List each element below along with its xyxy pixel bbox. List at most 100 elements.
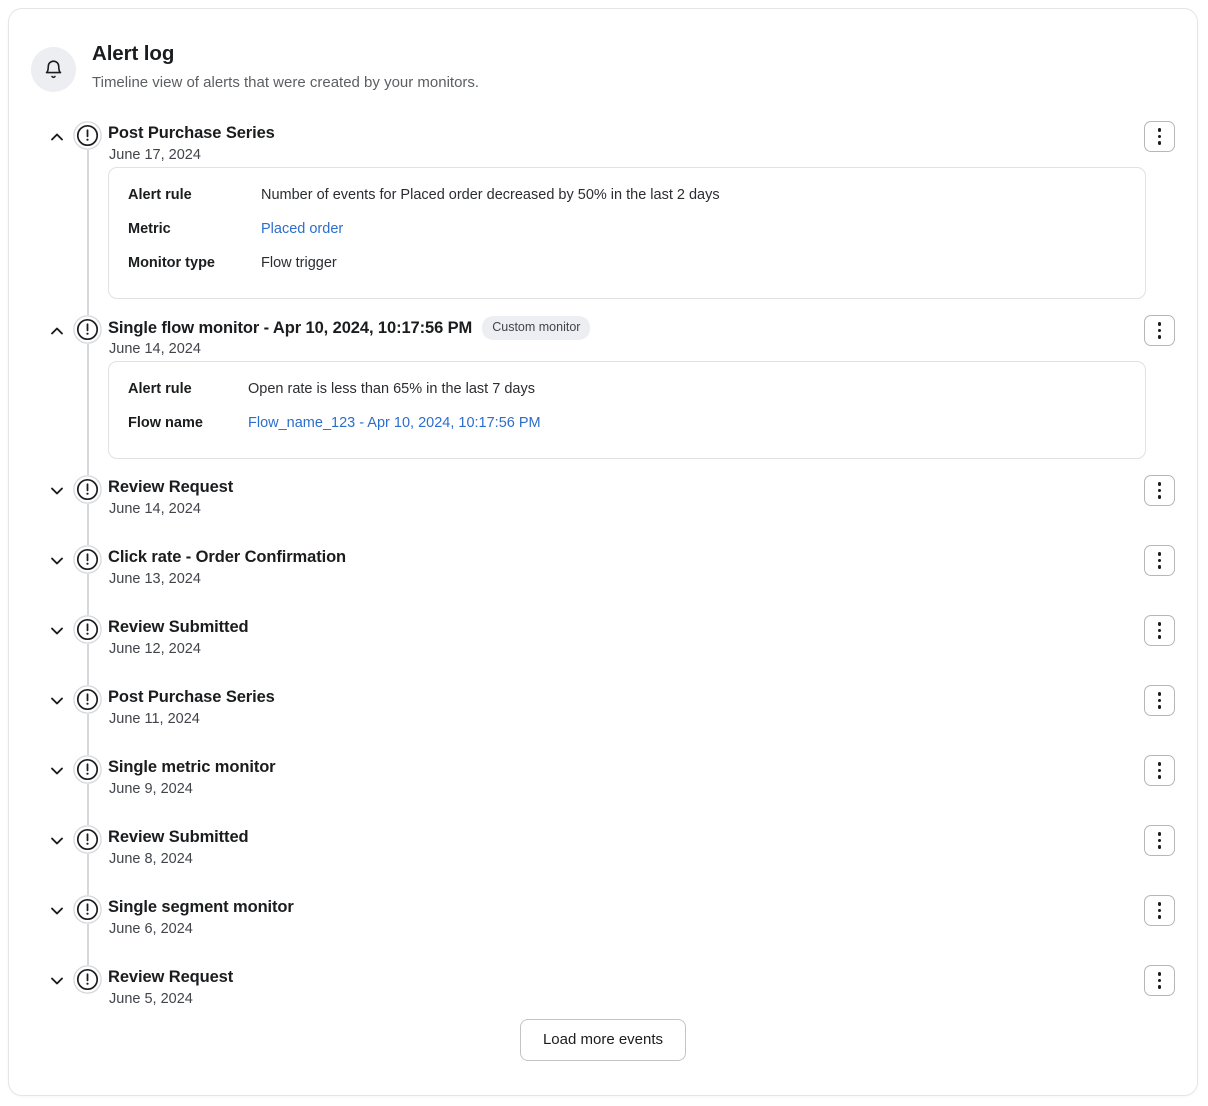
kebab-menu-icon[interactable] <box>1144 315 1175 346</box>
event-header[interactable]: Click rate - Order ConfirmationJune 13, … <box>9 545 1197 579</box>
timeline-event: Single metric monitorJune 9, 2024 <box>9 755 1197 789</box>
alert-circle-icon <box>73 615 102 644</box>
event-date: June 11, 2024 <box>109 709 200 730</box>
alert-circle-icon <box>73 965 102 994</box>
page-subtitle: Timeline view of alerts that were create… <box>92 72 479 94</box>
timeline-event: Post Purchase SeriesJune 11, 2024 <box>9 685 1197 719</box>
kebab-menu-icon[interactable] <box>1144 121 1175 152</box>
event-title: Review Submitted <box>108 616 249 639</box>
kebab-menu-icon[interactable] <box>1144 475 1175 506</box>
event-date: June 5, 2024 <box>109 989 193 1010</box>
load-more-events-button[interactable]: Load more events <box>520 1019 686 1061</box>
event-date: June 8, 2024 <box>109 849 193 870</box>
alert-log-card: Alert log Timeline view of alerts that w… <box>8 8 1198 1096</box>
event-title: Click rate - Order Confirmation <box>108 546 346 569</box>
event-title-row: Single metric monitor <box>108 756 276 779</box>
alert-circle-icon <box>73 121 102 150</box>
detail-row: Alert ruleNumber of events for Placed or… <box>109 185 1145 213</box>
alert-timeline: Post Purchase SeriesJune 17, 2024Alert r… <box>9 121 1197 1035</box>
kebab-menu-icon[interactable] <box>1144 755 1175 786</box>
alert-circle-icon <box>73 545 102 574</box>
event-header[interactable]: Single flow monitor - Apr 10, 2024, 10:1… <box>9 315 1197 349</box>
timeline-event: Review RequestJune 5, 2024 <box>9 965 1197 999</box>
chevron-down-icon[interactable] <box>47 621 67 641</box>
event-title: Review Request <box>108 476 233 499</box>
kebab-menu-icon[interactable] <box>1144 545 1175 576</box>
event-title-row: Single segment monitor <box>108 896 294 919</box>
event-detail-panel: Alert ruleOpen rate is less than 65% in … <box>108 361 1146 459</box>
alert-circle-icon <box>73 685 102 714</box>
event-date: June 9, 2024 <box>109 779 193 800</box>
timeline-event: Review SubmittedJune 8, 2024 <box>9 825 1197 859</box>
kebab-menu-icon[interactable] <box>1144 825 1175 856</box>
timeline-event: Review RequestJune 14, 2024 <box>9 475 1197 509</box>
event-header[interactable]: Review SubmittedJune 8, 2024 <box>9 825 1197 859</box>
detail-label: Metric <box>128 219 261 240</box>
bell-icon <box>31 47 76 92</box>
kebab-menu-icon[interactable] <box>1144 685 1175 716</box>
chevron-down-icon[interactable] <box>47 971 67 991</box>
event-list: Post Purchase SeriesJune 17, 2024Alert r… <box>9 121 1197 999</box>
chevron-down-icon[interactable] <box>47 761 67 781</box>
alert-circle-icon <box>73 315 102 344</box>
event-title: Single flow monitor - Apr 10, 2024, 10:1… <box>108 317 472 340</box>
detail-value-link[interactable]: Flow_name_123 - Apr 10, 2024, 10:17:56 P… <box>248 413 541 434</box>
kebab-menu-icon[interactable] <box>1144 615 1175 646</box>
event-title-row: Review Request <box>108 966 233 989</box>
timeline-event: Single flow monitor - Apr 10, 2024, 10:1… <box>9 315 1197 459</box>
event-date: June 17, 2024 <box>109 145 201 166</box>
timeline-event: Click rate - Order ConfirmationJune 13, … <box>9 545 1197 579</box>
detail-row: Flow nameFlow_name_123 - Apr 10, 2024, 1… <box>109 413 1145 441</box>
event-title-row: Single flow monitor - Apr 10, 2024, 10:1… <box>108 316 590 340</box>
page-title: Alert log <box>92 41 479 67</box>
event-title: Review Request <box>108 966 233 989</box>
chevron-up-icon[interactable] <box>47 321 67 341</box>
alert-circle-icon <box>73 825 102 854</box>
event-date: June 12, 2024 <box>109 639 201 660</box>
kebab-menu-icon[interactable] <box>1144 895 1175 926</box>
event-date: June 14, 2024 <box>109 339 201 360</box>
detail-value: Flow trigger <box>261 253 337 274</box>
event-header[interactable]: Post Purchase SeriesJune 17, 2024 <box>9 121 1197 155</box>
chevron-up-icon[interactable] <box>47 127 67 147</box>
alert-circle-icon <box>73 755 102 784</box>
event-title: Review Submitted <box>108 826 249 849</box>
detail-label: Monitor type <box>128 253 261 274</box>
detail-label: Flow name <box>128 413 248 434</box>
event-title: Single segment monitor <box>108 896 294 919</box>
event-title: Post Purchase Series <box>108 122 275 145</box>
detail-value-link[interactable]: Placed order <box>261 219 343 240</box>
event-header[interactable]: Single segment monitorJune 6, 2024 <box>9 895 1197 929</box>
event-title-row: Review Submitted <box>108 826 249 849</box>
event-header[interactable]: Review SubmittedJune 12, 2024 <box>9 615 1197 649</box>
detail-row: Alert ruleOpen rate is less than 65% in … <box>109 379 1145 407</box>
detail-value: Number of events for Placed order decrea… <box>261 185 720 206</box>
event-date: June 6, 2024 <box>109 919 193 940</box>
event-title-row: Click rate - Order Confirmation <box>108 546 346 569</box>
chevron-down-icon[interactable] <box>47 691 67 711</box>
event-header[interactable]: Single metric monitorJune 9, 2024 <box>9 755 1197 789</box>
event-title-row: Review Submitted <box>108 616 249 639</box>
event-title: Post Purchase Series <box>108 686 275 709</box>
event-title: Single metric monitor <box>108 756 276 779</box>
timeline-event: Single segment monitorJune 6, 2024 <box>9 895 1197 929</box>
detail-label: Alert rule <box>128 185 261 206</box>
event-header[interactable]: Review RequestJune 14, 2024 <box>9 475 1197 509</box>
detail-label: Alert rule <box>128 379 248 400</box>
alert-circle-icon <box>73 895 102 924</box>
alert-circle-icon <box>73 475 102 504</box>
chevron-down-icon[interactable] <box>47 831 67 851</box>
event-header[interactable]: Review RequestJune 5, 2024 <box>9 965 1197 999</box>
timeline-footer: Load more events <box>9 1019 1197 1061</box>
event-title-row: Post Purchase Series <box>108 122 275 145</box>
kebab-menu-icon[interactable] <box>1144 965 1175 996</box>
event-date: June 13, 2024 <box>109 569 201 590</box>
status-badge: Custom monitor <box>482 316 590 340</box>
timeline-event: Review SubmittedJune 12, 2024 <box>9 615 1197 649</box>
event-title-row: Post Purchase Series <box>108 686 275 709</box>
page-header: Alert log Timeline view of alerts that w… <box>31 33 479 94</box>
chevron-down-icon[interactable] <box>47 901 67 921</box>
event-header[interactable]: Post Purchase SeriesJune 11, 2024 <box>9 685 1197 719</box>
chevron-down-icon[interactable] <box>47 551 67 571</box>
chevron-down-icon[interactable] <box>47 481 67 501</box>
